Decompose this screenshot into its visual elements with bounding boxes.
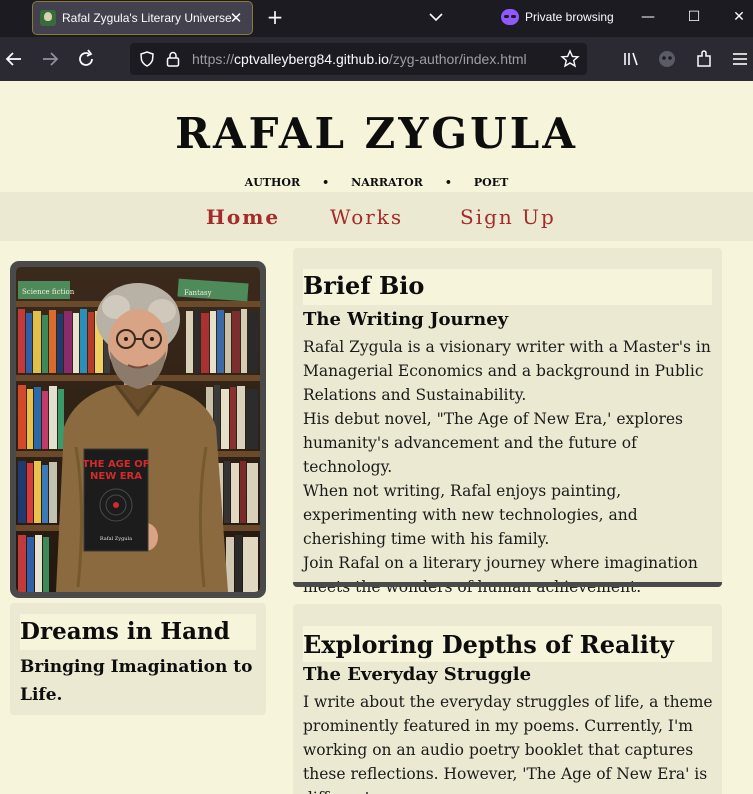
window-close-icon[interactable]: ✕ (726, 4, 752, 30)
extensions-icon[interactable] (692, 47, 716, 71)
private-browsing-icon (501, 9, 519, 25)
back-arrow-icon[interactable] (2, 47, 26, 71)
tagline-bullet: • (322, 176, 330, 189)
minimize-icon[interactable]: — (635, 4, 661, 30)
dreams-subheading: Bringing Imagination to Life. (20, 657, 253, 705)
bio-paragraph: When not writing, Rafal enjoys painting,… (303, 482, 638, 548)
dreams-heading-box: Dreams in Hand (20, 614, 256, 650)
tagline-bullet: • (444, 176, 452, 189)
explore-heading: Exploring Depths of Reality (303, 630, 674, 659)
web-page: RAFAL ZYGULA AUTHOR • NARRATOR • POET Ho… (0, 81, 753, 794)
author-photo: Science fiction Fantasy THE AGE OF NEW E… (16, 267, 260, 592)
bio-heading: Brief Bio (303, 271, 425, 300)
tagline-author: AUTHOR (244, 176, 301, 189)
browser-tab-active[interactable]: Rafal Zygula's Literary Universe ✕ (32, 1, 253, 35)
new-tab-icon[interactable]: + (264, 6, 286, 28)
book-title-line2: NEW ERA (90, 471, 142, 482)
bio-paragraph: Join Rafal on a literary journey where i… (303, 554, 698, 596)
author-photo-card: Science fiction Fantasy THE AGE OF NEW E… (10, 261, 266, 598)
url-text[interactable]: https://cptvalleyberg84.github.io/zyg-au… (192, 51, 527, 67)
url-prefix: https:// (192, 51, 235, 67)
browser-nav-bar: https://cptvalleyberg84.github.io/zyg-au… (0, 37, 753, 81)
bio-subheading: The Writing Journey (303, 309, 509, 330)
shelf-sign-left: Science fiction (22, 288, 75, 296)
nav-link-works[interactable]: Works (330, 205, 403, 229)
url-path: /zyg-author/index.html (388, 51, 527, 67)
reload-icon[interactable] (74, 47, 98, 71)
private-browsing-label: Private browsing (525, 10, 614, 24)
explore-heading-box: Exploring Depths of Reality (303, 626, 712, 662)
explore-paragraph: I write about the everyday struggles of … (303, 693, 713, 794)
book-title-line1: THE AGE OF (82, 459, 149, 470)
site-favicon-icon (40, 10, 56, 26)
maximize-icon[interactable]: ☐ (681, 4, 707, 30)
bio-card-border (293, 582, 722, 587)
tab-list-chevron-icon[interactable] (426, 8, 446, 26)
site-tagline: AUTHOR • NARRATOR • POET (0, 176, 753, 189)
book-author: Rafal Zygula (100, 536, 132, 542)
forward-arrow-icon[interactable] (38, 47, 62, 71)
lock-icon[interactable] (165, 50, 181, 68)
bookmark-star-icon[interactable] (560, 49, 580, 69)
tagline-narrator: NARRATOR (351, 176, 423, 189)
bio-text: Rafal Zygula is a visionary writer with … (303, 335, 713, 599)
bio-paragraph: His debut novel, "The Age of New Era,' e… (303, 410, 683, 476)
explore-card: Exploring Depths of Reality The Everyday… (293, 604, 722, 794)
browser-tab-bar: Rafal Zygula's Literary Universe ✕ + Pri… (0, 0, 753, 37)
bio-card: Brief Bio The Writing Journey Rafal Zygu… (293, 248, 722, 596)
account-icon[interactable] (655, 47, 679, 71)
tab-close-icon[interactable]: ✕ (228, 8, 244, 28)
library-icon[interactable] (619, 47, 643, 71)
nav-link-sign-up[interactable]: Sign Up (460, 205, 556, 229)
site-title: RAFAL ZYGULA (175, 109, 578, 158)
nav-link-home[interactable]: Home (206, 205, 280, 229)
url-host: cptvalleyberg84.github.io (234, 51, 389, 67)
menu-hamburger-icon[interactable] (728, 47, 752, 71)
bio-heading-box: Brief Bio (303, 269, 712, 305)
tab-title: Rafal Zygula's Literary Universe (62, 11, 232, 25)
url-bar[interactable]: https://cptvalleyberg84.github.io/zyg-au… (130, 43, 587, 75)
shield-icon[interactable] (138, 50, 156, 68)
bio-paragraph: Rafal Zygula is a visionary writer with … (303, 338, 711, 404)
site-nav: Home Works Sign Up (0, 192, 753, 241)
author-photo-illustration: Science fiction Fantasy THE AGE OF NEW E… (16, 267, 260, 592)
dreams-card: Dreams in Hand Bringing Imagination to L… (10, 603, 266, 715)
tagline-poet: POET (473, 176, 509, 189)
explore-subheading: The Everyday Struggle (303, 664, 532, 685)
dreams-heading: Dreams in Hand (20, 618, 230, 645)
shelf-sign-right: Fantasy (184, 289, 212, 297)
